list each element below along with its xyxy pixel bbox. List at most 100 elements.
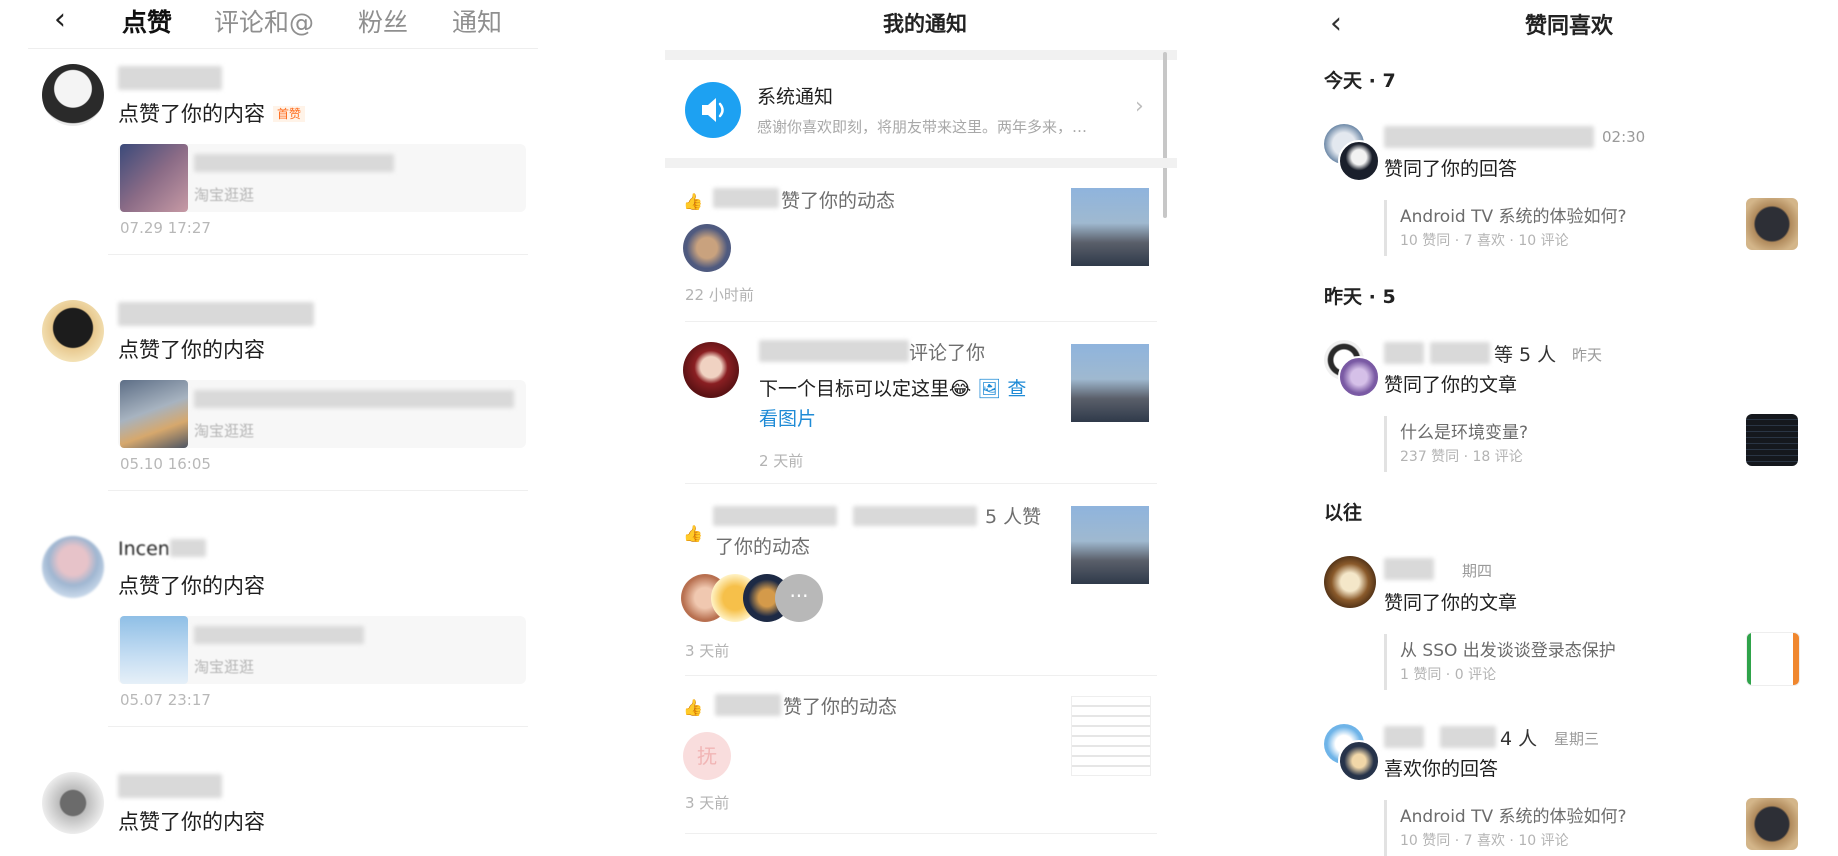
avatar[interactable] (42, 64, 104, 126)
quote-bar (1384, 800, 1387, 856)
content-source: 淘宝逛逛 (194, 186, 255, 204)
action-text: 赞同了你的文章 (1384, 592, 1518, 614)
section-header-earlier: 以往 (1324, 502, 1363, 524)
content-thumbnail[interactable] (1746, 414, 1798, 466)
notification-text: 评论了你 (909, 342, 986, 364)
avatar[interactable] (42, 772, 104, 834)
like-action-text: 点赞了你的内容 (118, 574, 265, 598)
user-name-blurred[interactable] (118, 774, 222, 798)
notification-text: 赞了你的动态 (783, 696, 898, 718)
question-title[interactable]: Android TV 系统的体验如何? (1400, 802, 1627, 827)
user-name-blurred[interactable] (118, 302, 314, 326)
user-count-suffix: 4 人 (1500, 728, 1538, 750)
avatar[interactable] (42, 536, 104, 598)
article-stats: 1 赞同 · 0 评论 (1400, 667, 1497, 683)
user-name-blurred[interactable] (118, 66, 222, 90)
timestamp: 星期三 (1554, 730, 1600, 748)
article-title[interactable]: 从 SSO 出发谈谈登录态保护 (1400, 636, 1616, 661)
user-name-blurred[interactable] (759, 340, 909, 362)
user-count-suffix: 等 5 人 (1494, 344, 1557, 366)
thumbs-up-icon: 👍 (683, 524, 703, 543)
post-thumbnail[interactable] (1071, 188, 1149, 266)
user-names-blurred[interactable] (1384, 126, 1594, 148)
agree-like-panel: ‹ 赞同喜欢 今天 · 7 02:30 赞同了你的回答 Android TV 系… (1300, 0, 1838, 856)
user-name-partial[interactable]: Incen (118, 538, 218, 562)
user-name-blurred[interactable] (715, 694, 781, 716)
user-names-blurred[interactable] (1440, 726, 1496, 748)
system-notification-preview: 感谢你喜欢即刻，将朋友带来这里。两年多来，… (757, 118, 1088, 136)
system-notification-row[interactable]: 系统通知 感谢你喜欢即刻，将朋友带来这里。两年多来，… › (665, 60, 1177, 160)
content-card[interactable]: 淘宝逛逛 (118, 380, 526, 448)
content-thumbnail[interactable] (1746, 632, 1800, 686)
name-blur-segment (169, 539, 206, 557)
action-text: 赞同了你的回答 (1384, 158, 1518, 180)
first-like-badge: 首赞 (273, 106, 306, 122)
notification-item[interactable]: 评论了你 下一个目标可以定这里😂 🖼 查 看图片 2 天前 (665, 322, 1177, 484)
chevron-left-icon[interactable]: ‹ (54, 2, 66, 37)
avatar[interactable] (42, 300, 104, 362)
view-image-link[interactable]: 看图片 (759, 408, 816, 430)
content-card[interactable]: 淘宝逛逛 (118, 144, 526, 212)
user-names-blurred[interactable] (1384, 342, 1424, 364)
thumbs-up-icon: 👍 (683, 192, 703, 211)
avatar[interactable] (683, 342, 739, 398)
section-separator (665, 158, 1177, 168)
avatar[interactable]: 抚 (683, 732, 731, 780)
question-stats: 10 赞同 · 7 喜欢 · 10 评论 (1400, 833, 1569, 849)
section-header-yesterday: 昨天 · 5 (1324, 286, 1396, 308)
content-card[interactable]: 淘宝逛逛 (118, 616, 526, 684)
avatar-secondary[interactable] (1338, 356, 1380, 398)
notifications-panel: 我的通知 系统通知 感谢你喜欢即刻，将朋友带来这里。两年多来，… › 👍 赞了你… (665, 0, 1185, 856)
like-action-text: 点赞了你的内容 (118, 810, 265, 834)
timestamp: 07.29 17:27 (120, 219, 211, 237)
divider (108, 254, 528, 255)
avatar-secondary[interactable] (1338, 740, 1380, 782)
notification-item[interactable]: 👍 赞了你的动态 22 小时前 (665, 170, 1177, 322)
tab-comments-mentions[interactable]: 评论和@ (214, 3, 314, 39)
section-header-today: 今天 · 7 (1324, 70, 1396, 92)
user-name-text: Incen (118, 538, 170, 560)
user-names-blurred[interactable] (1384, 558, 1434, 580)
timestamp: 2 天前 (759, 452, 804, 470)
content-source: 淘宝逛逛 (194, 422, 255, 440)
avatar[interactable] (1324, 556, 1376, 608)
post-thumbnail[interactable] (1071, 506, 1149, 584)
notification-item[interactable]: 👍 5 人赞 了你的动态 ··· 3 天前 (665, 484, 1177, 676)
tab-fans[interactable]: 粉丝 (358, 3, 408, 39)
likes-tab-bar: ‹ 点赞 评论和@ 粉丝 通知 (28, 0, 538, 49)
article-stats: 237 赞同 · 18 评论 (1400, 449, 1523, 465)
user-name-blurred[interactable] (713, 506, 837, 526)
content-title-blurred (194, 154, 394, 172)
system-notification-title: 系统通知 (757, 86, 834, 108)
post-thumbnail[interactable] (1071, 344, 1149, 422)
quote-bar (1384, 200, 1387, 256)
action-text: 喜欢你的回答 (1384, 758, 1499, 780)
content-thumbnail[interactable] (1746, 198, 1798, 250)
avatar-secondary[interactable] (1338, 140, 1380, 182)
timestamp: 3 天前 (685, 794, 730, 812)
more-avatars-button[interactable]: ··· (775, 574, 823, 622)
question-stats: 10 赞同 · 7 喜欢 · 10 评论 (1400, 233, 1569, 249)
content-source: 淘宝逛逛 (194, 658, 255, 676)
question-title[interactable]: Android TV 系统的体验如何? (1400, 202, 1627, 227)
user-names-blurred[interactable] (1430, 342, 1490, 364)
content-thumbnail (120, 380, 188, 448)
section-separator (665, 50, 1177, 60)
like-action-text: 点赞了你的内容 (118, 338, 265, 362)
content-title-blurred (194, 626, 364, 644)
timestamp: 昨天 (1572, 346, 1603, 364)
user-name-blurred[interactable] (713, 188, 779, 208)
content-thumbnail[interactable] (1746, 798, 1798, 850)
article-title[interactable]: 什么是环境变量? (1400, 418, 1528, 443)
tab-likes[interactable]: 点赞 (122, 3, 172, 39)
view-image-link-start[interactable]: 查 (1007, 378, 1026, 400)
post-thumbnail[interactable] (1071, 696, 1151, 776)
tab-notifications[interactable]: 通知 (452, 3, 502, 39)
user-name-blurred[interactable] (853, 506, 977, 526)
timestamp: 22 小时前 (685, 286, 754, 304)
content-thumbnail (120, 616, 188, 684)
notification-item[interactable]: 👍 赞了你的动态 抚 3 天前 (665, 676, 1177, 834)
avatar[interactable] (683, 224, 731, 272)
timestamp: 3 天前 (685, 642, 730, 660)
user-names-blurred[interactable] (1384, 726, 1424, 748)
